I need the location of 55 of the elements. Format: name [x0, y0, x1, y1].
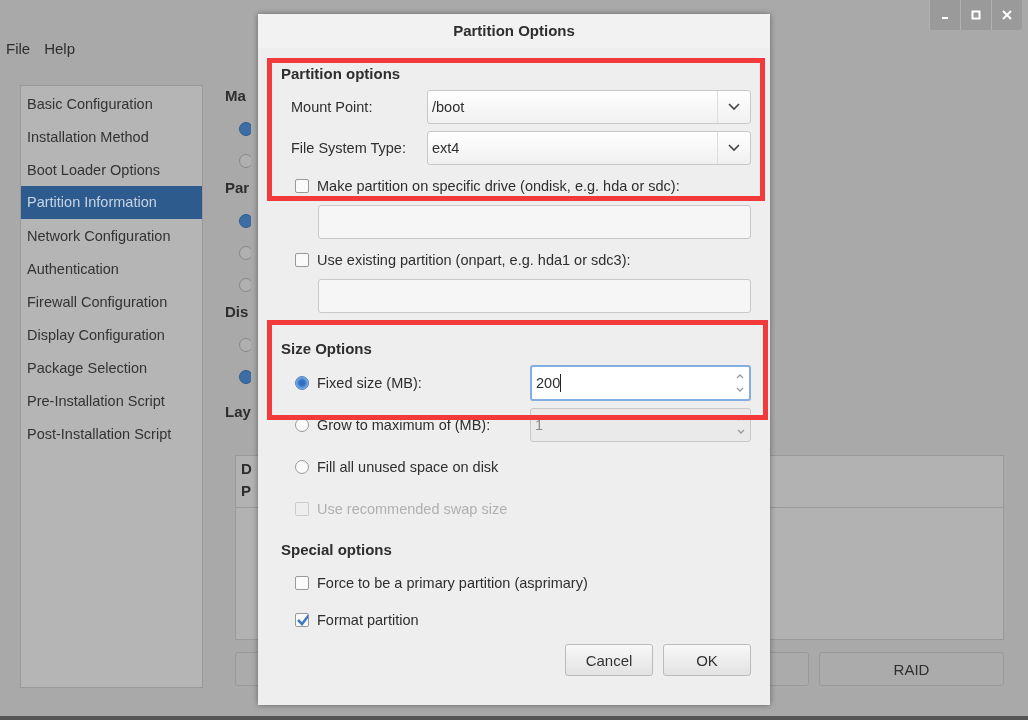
section-heading: Special options: [281, 541, 393, 559]
sidebar-item[interactable]: Package Selection: [21, 357, 202, 390]
sidebar-item[interactable]: Network Configuration: [21, 225, 202, 258]
menu-item[interactable]: File: [6, 40, 31, 57]
sidebar-item[interactable]: Pre-Installation Script: [21, 390, 202, 423]
dialog-button[interactable]: OK: [663, 644, 751, 676]
sidebar-item[interactable]: Display Configuration: [21, 324, 202, 357]
column-header: D: [241, 460, 252, 479]
radio-button[interactable]: [239, 214, 251, 228]
section-heading: Ma: [225, 87, 247, 106]
checkbox-label: Use recommended swap size: [317, 501, 508, 517]
field-label: File System Type:: [291, 140, 407, 156]
chevron-down-icon: [728, 144, 740, 152]
radio-label: Fill all unused space on disk: [317, 459, 499, 475]
checkbox-label: Format partition: [317, 612, 419, 628]
radio-label: Grow to maximum of (MB):: [317, 417, 492, 433]
chevron-down-icon: [728, 103, 740, 111]
section-heading: Size Options: [281, 340, 373, 358]
dropdown[interactable]: /boot: [427, 90, 751, 124]
raid-button[interactable]: RAID: [819, 652, 1004, 686]
radio-button[interactable]: [239, 122, 251, 136]
sidebar-item[interactable]: Post-Installation Script: [21, 423, 202, 456]
checkbox[interactable]: [295, 253, 309, 267]
section-heading: Lay: [225, 403, 251, 422]
field-label: Mount Point:: [291, 99, 374, 115]
input-field[interactable]: [318, 279, 751, 313]
sidebar-item[interactable]: Installation Method: [21, 126, 202, 159]
checkbox[interactable]: [295, 179, 309, 193]
radio-button[interactable]: [239, 278, 251, 292]
dialog-title: Partition Options: [258, 14, 770, 48]
radio-button[interactable]: [239, 370, 251, 384]
checkbox-label: Force to be a primary partition (asprimary): [317, 575, 588, 591]
radio-button[interactable]: [239, 154, 251, 168]
dropdown[interactable]: ext4: [427, 131, 751, 165]
radio-label: Fixed size (MB):: [317, 375, 423, 391]
number-field[interactable]: 200: [530, 365, 751, 401]
radio-button[interactable]: [239, 338, 251, 352]
sidebar-item[interactable]: Partition Information: [21, 186, 202, 219]
radio-button[interactable]: [239, 246, 251, 260]
section-heading: Par: [225, 179, 251, 198]
menu-item[interactable]: Help: [44, 40, 76, 57]
checkbox[interactable]: [295, 613, 309, 627]
checkbox-label: Make partition on specific drive (ondisk, e.g. hda or sdc):: [317, 178, 680, 194]
checkbox[interactable]: [295, 576, 309, 590]
column-header: P: [241, 482, 251, 501]
dialog-button[interactable]: Cancel: [565, 644, 653, 676]
section-heading: Dis: [225, 303, 250, 322]
checkbox-label: Use existing partition (onpart, e.g. hda1 or sdc3):: [317, 252, 631, 268]
radio-button[interactable]: [295, 460, 309, 474]
radio-button[interactable]: [295, 376, 309, 390]
sidebar-item[interactable]: Firewall Configuration: [21, 291, 202, 324]
sidebar-item[interactable]: Authentication: [21, 258, 202, 291]
input-field[interactable]: [318, 205, 751, 239]
sidebar-item[interactable]: Basic Configuration: [21, 93, 202, 126]
section-heading: Partition options: [281, 65, 402, 83]
